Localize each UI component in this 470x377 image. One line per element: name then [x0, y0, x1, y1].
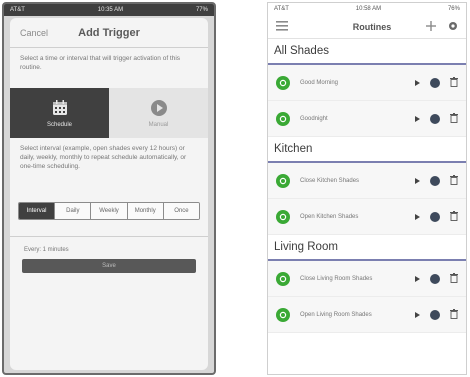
gear-icon[interactable] [448, 18, 458, 36]
routine-status-icon [276, 75, 290, 90]
time-label: 10:35 AM [97, 7, 124, 13]
section-header-kitchen: Kitchen [268, 137, 466, 163]
routine-row[interactable]: Good Morning [268, 65, 466, 101]
play-icon [149, 98, 169, 118]
routine-name: Open Kitchen Shades [300, 213, 359, 220]
routines-screen: AT&T 10:58 AM 76% Routines All Shades Go… [267, 2, 467, 375]
routine-status-icon [276, 307, 290, 322]
routine-row[interactable]: Close Living Room Shades [268, 261, 466, 297]
run-icon[interactable] [415, 115, 420, 122]
battery-label: 77% [195, 7, 208, 13]
freq-monthly[interactable]: Monthly [127, 203, 164, 219]
section-header-living-room: Living Room [268, 235, 466, 261]
routine-status-icon [276, 111, 290, 126]
nav-actions [425, 18, 458, 36]
routine-controls [415, 208, 458, 226]
calendar-icon [50, 98, 70, 118]
tab-manual[interactable]: Manual [109, 88, 208, 138]
time-label: 10:58 AM [355, 6, 382, 12]
routine-controls [415, 172, 458, 190]
interval-value[interactable]: Every: 1 minutes [10, 237, 208, 257]
save-button[interactable]: Save [22, 259, 196, 273]
routine-name: Goodnight [300, 115, 328, 122]
trash-icon[interactable] [450, 172, 458, 190]
toggle-dot-icon[interactable] [430, 175, 440, 186]
page-title: Routines [352, 21, 392, 32]
freq-weekly[interactable]: Weekly [91, 203, 128, 219]
status-bar: AT&T 10:35 AM 77% [4, 4, 214, 16]
trash-icon[interactable] [450, 306, 458, 324]
trash-icon[interactable] [450, 208, 458, 226]
routine-status-icon [276, 271, 290, 286]
routine-controls [415, 110, 458, 128]
add-trigger-modal: Cancel Add Trigger Select a time or inte… [10, 18, 208, 370]
toggle-dot-icon[interactable] [430, 113, 440, 124]
cancel-button[interactable]: Cancel [20, 28, 48, 38]
run-icon[interactable] [415, 79, 420, 86]
menu-icon[interactable] [276, 18, 288, 36]
routine-row[interactable]: Open Kitchen Shades [268, 199, 466, 235]
section-header-all-shades: All Shades [268, 39, 466, 65]
modal-title: Add Trigger [78, 26, 140, 39]
carrier-label: AT&T [274, 6, 289, 12]
trash-icon[interactable] [450, 110, 458, 128]
routine-name: Good Morning [300, 79, 339, 86]
frequency-segmented-control: Interval Daily Weekly Monthly Once [18, 202, 200, 220]
routine-name: Close Kitchen Shades [300, 177, 360, 184]
trash-icon[interactable] [450, 270, 458, 288]
run-icon[interactable] [415, 311, 420, 318]
toggle-dot-icon[interactable] [430, 309, 440, 320]
run-icon[interactable] [415, 213, 420, 220]
run-icon[interactable] [415, 275, 420, 282]
trash-icon[interactable] [450, 74, 458, 92]
instructions-text: Select a time or interval that will trig… [20, 55, 181, 71]
run-icon[interactable] [415, 177, 420, 184]
carrier-label: AT&T [10, 7, 25, 13]
tab-manual-label: Manual [148, 122, 169, 128]
toggle-dot-icon[interactable] [430, 211, 440, 222]
status-bar: AT&T 10:58 AM 76% [268, 3, 466, 15]
routine-controls [415, 270, 458, 288]
modal-header: Cancel Add Trigger [10, 18, 208, 48]
routine-row[interactable]: Goodnight [268, 101, 466, 137]
routine-row[interactable]: Open Living Room Shades [268, 297, 466, 333]
schedule-description: Select interval (example, open shades ev… [20, 145, 187, 170]
routine-status-icon [276, 209, 290, 224]
add-trigger-screen: AT&T 10:35 AM 77% Cancel Add Trigger Sel… [2, 2, 216, 375]
routine-status-icon [276, 173, 290, 188]
tab-schedule[interactable]: Schedule [10, 88, 109, 138]
plus-icon[interactable] [425, 18, 436, 36]
toggle-dot-icon[interactable] [430, 273, 440, 284]
routine-controls [415, 74, 458, 92]
battery-label: 76% [447, 6, 460, 12]
freq-daily[interactable]: Daily [55, 203, 92, 219]
routine-controls [415, 306, 458, 324]
nav-bar: Routines [268, 15, 466, 39]
tab-schedule-label: Schedule [46, 122, 73, 128]
routine-name: Close Living Room Shades [300, 275, 373, 282]
toggle-dot-icon[interactable] [430, 77, 440, 88]
freq-interval[interactable]: Interval [19, 203, 56, 219]
routine-row[interactable]: Close Kitchen Shades [268, 163, 466, 199]
freq-once[interactable]: Once [163, 203, 199, 219]
routine-name: Open Living Room Shades [300, 311, 372, 318]
trigger-mode-tabs: Schedule Manual [10, 88, 208, 138]
